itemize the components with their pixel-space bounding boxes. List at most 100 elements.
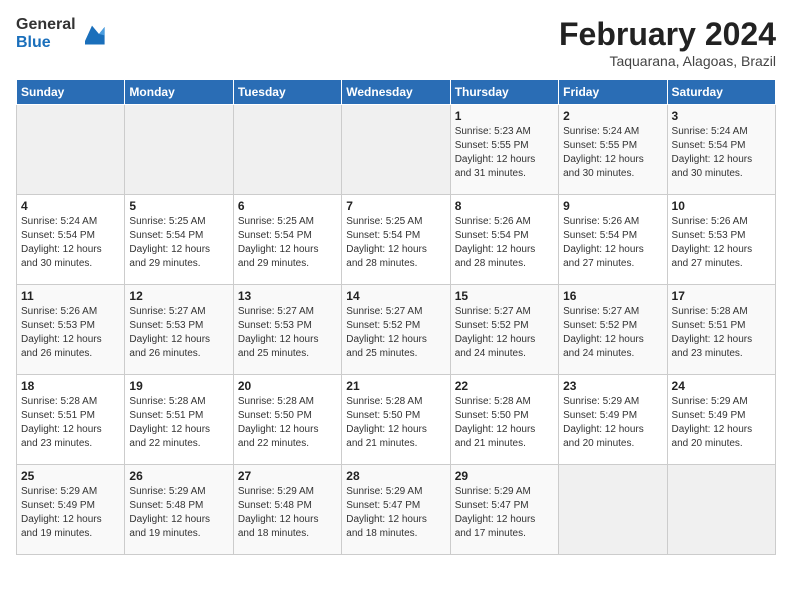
day-cell: 7 Sunrise: 5:25 AMSunset: 5:54 PMDaylight…: [342, 195, 450, 285]
col-header-wednesday: Wednesday: [342, 80, 450, 105]
day-info: Sunrise: 5:26 AMSunset: 5:53 PMDaylight:…: [21, 305, 120, 361]
day-info: Sunrise: 5:25 AMSunset: 5:54 PMDaylight:…: [129, 215, 228, 271]
day-info: Sunrise: 5:23 AMSunset: 5:55 PMDaylight:…: [455, 125, 554, 181]
day-cell: 20Sunrise: 5:28 AMSunset: 5:50 PMDayligh…: [233, 375, 341, 465]
day-info: Sunrise: 5:27 AMSunset: 5:53 PMDaylight:…: [238, 305, 337, 361]
day-number: 5: [129, 199, 228, 213]
day-info: Sunrise: 5:26 AMSunset: 5:54 PMDaylight:…: [455, 215, 554, 271]
day-info: Sunrise: 5:29 AMSunset: 5:47 PMDaylight:…: [346, 485, 445, 541]
day-cell: 19Sunrise: 5:28 AMSunset: 5:51 PMDayligh…: [125, 375, 233, 465]
day-cell: 9 Sunrise: 5:26 AMSunset: 5:54 PMDaylight…: [559, 195, 667, 285]
day-number: 6: [238, 199, 337, 213]
day-number: 12: [129, 289, 228, 303]
logo-icon: [78, 20, 106, 48]
week-row-4: 18 Sunrise: 5:28 AMSunset: 5:51 PMDayligh…: [17, 375, 776, 465]
day-info: Sunrise: 5:25 AMSunset: 5:54 PMDaylight:…: [346, 215, 445, 271]
day-number: 23: [563, 379, 662, 393]
day-info: Sunrise: 5:28 AMSunset: 5:50 PMDaylight:…: [346, 395, 445, 451]
day-cell: 2Sunrise: 5:24 AMSunset: 5:55 PMDaylight…: [559, 105, 667, 195]
day-cell: 17 Sunrise: 5:28 AMSunset: 5:51 PMDayligh…: [667, 285, 775, 375]
day-cell: 22Sunrise: 5:28 AMSunset: 5:50 PMDayligh…: [450, 375, 558, 465]
day-number: 19: [129, 379, 228, 393]
day-cell: 12 Sunrise: 5:27 AMSunset: 5:53 PMDayligh…: [125, 285, 233, 375]
logo: General Blue: [16, 16, 106, 51]
day-number: 7: [346, 199, 445, 213]
day-cell: [559, 465, 667, 555]
day-info: Sunrise: 5:27 AMSunset: 5:52 PMDaylight:…: [455, 305, 554, 361]
day-number: 13: [238, 289, 337, 303]
location: Taquarana, Alagoas, Brazil: [559, 53, 776, 69]
day-info: Sunrise: 5:24 AMSunset: 5:54 PMDaylight:…: [672, 125, 771, 181]
col-header-sunday: Sunday: [17, 80, 125, 105]
day-cell: 26Sunrise: 5:29 AMSunset: 5:48 PMDayligh…: [125, 465, 233, 555]
week-row-5: 25 Sunrise: 5:29 AMSunset: 5:49 PMDayligh…: [17, 465, 776, 555]
day-cell: [342, 105, 450, 195]
day-info: Sunrise: 5:28 AMSunset: 5:50 PMDaylight:…: [238, 395, 337, 451]
page-header: General Blue February 2024 Taquarana, Al…: [16, 16, 776, 69]
day-info: Sunrise: 5:29 AMSunset: 5:47 PMDaylight:…: [455, 485, 554, 541]
day-info: Sunrise: 5:29 AMSunset: 5:48 PMDaylight:…: [238, 485, 337, 541]
day-number: 15: [455, 289, 554, 303]
day-info: Sunrise: 5:28 AMSunset: 5:50 PMDaylight:…: [455, 395, 554, 451]
week-row-2: 4 Sunrise: 5:24 AMSunset: 5:54 PMDaylight…: [17, 195, 776, 285]
day-cell: 16Sunrise: 5:27 AMSunset: 5:52 PMDayligh…: [559, 285, 667, 375]
day-number: 18: [21, 379, 120, 393]
day-number: 9: [563, 199, 662, 213]
title-block: February 2024 Taquarana, Alagoas, Brazil: [559, 16, 776, 69]
day-info: Sunrise: 5:29 AMSunset: 5:48 PMDaylight:…: [129, 485, 228, 541]
day-cell: 28 Sunrise: 5:29 AMSunset: 5:47 PMDayligh…: [342, 465, 450, 555]
col-header-saturday: Saturday: [667, 80, 775, 105]
day-info: Sunrise: 5:25 AMSunset: 5:54 PMDaylight:…: [238, 215, 337, 271]
col-header-thursday: Thursday: [450, 80, 558, 105]
day-number: 28: [346, 469, 445, 483]
day-cell: 29 Sunrise: 5:29 AMSunset: 5:47 PMDayligh…: [450, 465, 558, 555]
day-number: 3: [672, 109, 771, 123]
day-info: Sunrise: 5:29 AMSunset: 5:49 PMDaylight:…: [21, 485, 120, 541]
day-number: 11: [21, 289, 120, 303]
day-cell: [233, 105, 341, 195]
day-cell: 15 Sunrise: 5:27 AMSunset: 5:52 PMDayligh…: [450, 285, 558, 375]
col-header-friday: Friday: [559, 80, 667, 105]
day-cell: 1 Sunrise: 5:23 AMSunset: 5:55 PMDaylight…: [450, 105, 558, 195]
day-cell: 23 Sunrise: 5:29 AMSunset: 5:49 PMDayligh…: [559, 375, 667, 465]
day-cell: 13 Sunrise: 5:27 AMSunset: 5:53 PMDayligh…: [233, 285, 341, 375]
day-number: 27: [238, 469, 337, 483]
day-number: 21: [346, 379, 445, 393]
day-cell: 11 Sunrise: 5:26 AMSunset: 5:53 PMDayligh…: [17, 285, 125, 375]
day-info: Sunrise: 5:27 AMSunset: 5:52 PMDaylight:…: [563, 305, 662, 361]
day-cell: 25 Sunrise: 5:29 AMSunset: 5:49 PMDayligh…: [17, 465, 125, 555]
day-cell: 6 Sunrise: 5:25 AMSunset: 5:54 PMDaylight…: [233, 195, 341, 285]
day-info: Sunrise: 5:24 AMSunset: 5:54 PMDaylight:…: [21, 215, 120, 271]
week-row-3: 11 Sunrise: 5:26 AMSunset: 5:53 PMDayligh…: [17, 285, 776, 375]
day-info: Sunrise: 5:26 AMSunset: 5:54 PMDaylight:…: [563, 215, 662, 271]
day-number: 14: [346, 289, 445, 303]
day-number: 29: [455, 469, 554, 483]
day-info: Sunrise: 5:29 AMSunset: 5:49 PMDaylight:…: [563, 395, 662, 451]
day-cell: 21 Sunrise: 5:28 AMSunset: 5:50 PMDayligh…: [342, 375, 450, 465]
day-cell: 4 Sunrise: 5:24 AMSunset: 5:54 PMDaylight…: [17, 195, 125, 285]
day-cell: 14 Sunrise: 5:27 AMSunset: 5:52 PMDayligh…: [342, 285, 450, 375]
day-cell: [125, 105, 233, 195]
col-header-monday: Monday: [125, 80, 233, 105]
day-number: 1: [455, 109, 554, 123]
day-cell: 3 Sunrise: 5:24 AMSunset: 5:54 PMDaylight…: [667, 105, 775, 195]
day-number: 24: [672, 379, 771, 393]
day-cell: [17, 105, 125, 195]
day-cell: 5 Sunrise: 5:25 AMSunset: 5:54 PMDaylight…: [125, 195, 233, 285]
day-info: Sunrise: 5:28 AMSunset: 5:51 PMDaylight:…: [21, 395, 120, 451]
day-cell: 10Sunrise: 5:26 AMSunset: 5:53 PMDayligh…: [667, 195, 775, 285]
day-number: 25: [21, 469, 120, 483]
day-info: Sunrise: 5:28 AMSunset: 5:51 PMDaylight:…: [672, 305, 771, 361]
day-cell: 27 Sunrise: 5:29 AMSunset: 5:48 PMDayligh…: [233, 465, 341, 555]
day-info: Sunrise: 5:27 AMSunset: 5:53 PMDaylight:…: [129, 305, 228, 361]
day-cell: [667, 465, 775, 555]
day-number: 2: [563, 109, 662, 123]
day-cell: 8Sunrise: 5:26 AMSunset: 5:54 PMDaylight…: [450, 195, 558, 285]
week-row-1: 1 Sunrise: 5:23 AMSunset: 5:55 PMDaylight…: [17, 105, 776, 195]
day-cell: 24Sunrise: 5:29 AMSunset: 5:49 PMDayligh…: [667, 375, 775, 465]
month-title: February 2024: [559, 16, 776, 53]
day-number: 4: [21, 199, 120, 213]
day-info: Sunrise: 5:26 AMSunset: 5:53 PMDaylight:…: [672, 215, 771, 271]
day-number: 17: [672, 289, 771, 303]
day-info: Sunrise: 5:27 AMSunset: 5:52 PMDaylight:…: [346, 305, 445, 361]
